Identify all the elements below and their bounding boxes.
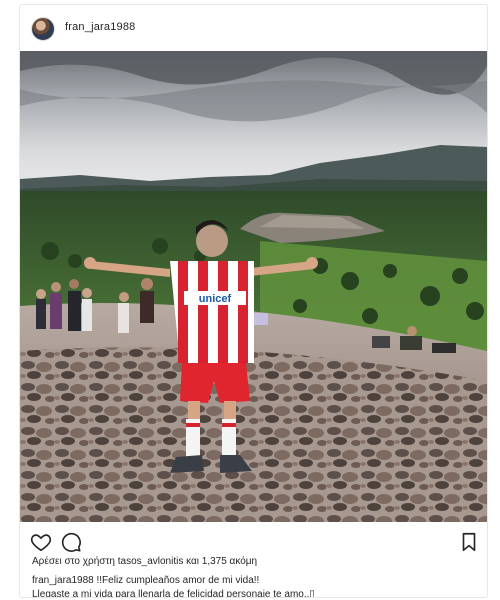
caption-line-1: fran_jara1988 !!Feliz cumpleaños amor de…	[32, 574, 477, 588]
likes-count[interactable]: Αρέσει στο χρήστη tasos_avlonitis και 1,…	[32, 556, 257, 567]
post-header: fran_jara1988	[20, 5, 487, 51]
post-caption: fran_jara1988 !!Feliz cumpleaños amor de…	[32, 574, 477, 598]
post-username[interactable]: fran_jara1988	[65, 21, 136, 33]
bookmark-icon[interactable]	[458, 531, 480, 553]
comment-bubble-icon[interactable]	[60, 531, 82, 553]
caption-text-1: !!Feliz cumpleaños amor de mi vida!!	[93, 575, 260, 586]
avatar[interactable]	[31, 17, 55, 41]
post-actions	[20, 524, 487, 558]
photo-illustration: unicef	[20, 51, 487, 522]
post-photo[interactable]: unicef	[20, 51, 487, 522]
post-card: fran_jara1988 unicef Αρέσει στο χρήστη t…	[19, 4, 488, 598]
caption-username[interactable]: fran_jara1988	[32, 575, 94, 586]
heart-outline-icon[interactable]	[30, 531, 52, 553]
caption-line-2: Llegaste a mi vida para llenarla de feli…	[32, 589, 315, 598]
shirt-logo-text: unicef	[199, 293, 232, 305]
